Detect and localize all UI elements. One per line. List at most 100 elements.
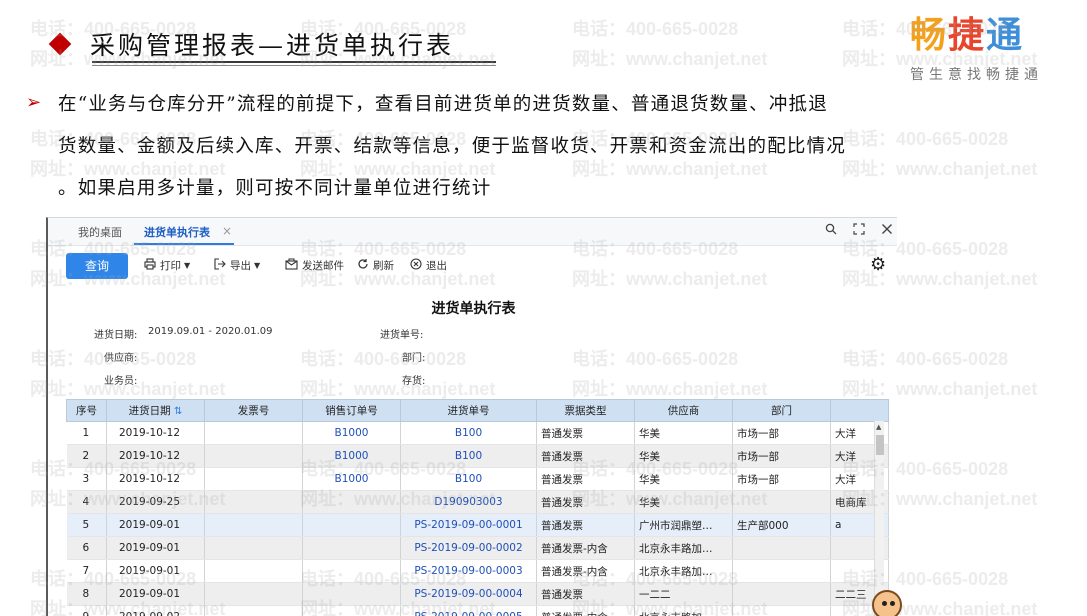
table-cell: 普通发票 <box>536 444 635 468</box>
close-icon[interactable] <box>878 222 896 240</box>
paragraph-line-2: 货数量、金额及后续入库、开票、结款等信息，便于监督收货、开票和资金流出的配比情况 <box>58 136 847 157</box>
maximize-icon[interactable] <box>850 222 868 240</box>
slide-title: 采购管理报表—进货单执行表 <box>48 24 454 64</box>
title-underline-thin <box>92 65 496 66</box>
table-cell: 普通发票-内含 <box>536 605 635 616</box>
column-header[interactable]: 发票号 <box>204 399 303 422</box>
exit-label: 退出 <box>426 260 447 272</box>
table-cell[interactable] <box>302 605 401 616</box>
table-cell[interactable] <box>302 513 401 537</box>
table-cell <box>204 490 303 514</box>
table-cell: 普通发票 <box>536 467 635 491</box>
table-cell: 普通发票-内含 <box>536 559 635 583</box>
column-header-label: 票据类型 <box>564 405 607 417</box>
table-row[interactable]: 1 2019-10-12 B1000 B100 普通发票 华美 市场一部 大洋 <box>66 421 889 445</box>
table-row[interactable]: 7 2019-09-01 PS-2019-09-00-0003 普通发票-内含 北京永丰… <box>66 559 889 583</box>
mascot-icon <box>872 590 902 616</box>
table-row[interactable]: 3 2019-10-12 B1000 B100 普通发票 华美 市场一部 大洋 <box>66 467 889 491</box>
report-title: 进货单执行表 <box>431 301 516 317</box>
table-cell[interactable] <box>302 559 401 583</box>
filter-date-label: 进货日期: <box>94 330 138 341</box>
vertical-scrollbar[interactable]: ▲ <box>874 421 884 616</box>
table-cell[interactable] <box>302 582 401 606</box>
column-header[interactable]: 进货单号 <box>400 399 537 422</box>
table-cell[interactable] <box>302 490 401 514</box>
table-row[interactable]: 4 2019-09-25 D190903003 普通发票 华美 电商库 <box>66 490 889 514</box>
table-row[interactable]: 6 2019-09-01 PS-2019-09-00-0002 普通发票-内含 北京永丰… <box>66 536 889 560</box>
table-cell[interactable] <box>302 536 401 560</box>
column-header-label: 供应商 <box>667 405 700 417</box>
query-button[interactable]: 查询 <box>66 253 128 279</box>
table-cell: 普通发票 <box>536 421 635 445</box>
table-cell[interactable]: PS-2019-09-00-0001 <box>400 513 537 537</box>
table-row[interactable]: 2 2019-10-12 B1000 B100 普通发票 华美 市场一部 大洋 <box>66 444 889 468</box>
table-cell: 北京永丰路加… <box>634 536 733 560</box>
paragraph-line-1: 在“业务与仓库分开”流程的前提下，查看目前进货单的进货数量、普通退货数量、冲抵退 <box>58 94 828 115</box>
print-button[interactable]: 打印 ▼ <box>144 258 190 273</box>
table-cell: 2019-10-12 <box>106 421 205 445</box>
column-header[interactable]: 销售订单号 <box>302 399 401 422</box>
table-cell[interactable]: PS-2019-09-00-0005 <box>400 605 537 616</box>
table-cell: 普通发票 <box>536 513 635 537</box>
table-cell: 华美 <box>634 467 733 491</box>
brand-logo: 畅捷通 管生意找畅捷通 <box>910 14 1070 94</box>
table-cell[interactable]: PS-2019-09-00-0003 <box>400 559 537 583</box>
scroll-up-icon[interactable]: ▲ <box>876 423 881 431</box>
logo-tagline: 管生意找畅捷通 <box>910 67 1043 83</box>
table-row[interactable]: 8 2019-09-01 PS-2019-09-00-0004 普通发票 一二二 二二三 <box>66 582 889 606</box>
gear-icon[interactable]: ⚙ <box>870 254 886 275</box>
watermark-phone: 电话：400-665-0028 <box>842 129 1009 149</box>
table-cell[interactable]: PS-2019-09-00-0002 <box>400 536 537 560</box>
table-cell[interactable]: PS-2019-09-00-0004 <box>400 582 537 606</box>
tab-my-desktop[interactable]: 我的桌面 <box>78 224 122 240</box>
watermark-site: 网址：www.chanjet.net <box>572 49 768 69</box>
print-label: 打印 <box>160 260 181 272</box>
exit-button[interactable]: 退出 <box>410 258 447 273</box>
table-cell: 1 <box>66 421 107 445</box>
sort-icon[interactable]: ⇅ <box>174 406 182 417</box>
scroll-thumb[interactable] <box>876 435 884 455</box>
table-cell <box>732 559 831 583</box>
table-cell[interactable]: B1000 <box>302 467 401 491</box>
column-header[interactable]: 票据类型 <box>536 399 635 422</box>
send-email-button[interactable]: 发送邮件 <box>285 258 344 273</box>
table-cell[interactable]: B100 <box>400 421 537 445</box>
logo-char-3: 通 <box>986 15 1025 56</box>
column-header[interactable] <box>830 399 889 422</box>
table-cell <box>204 605 303 616</box>
table-cell: 8 <box>66 582 107 606</box>
search-icon[interactable] <box>822 222 840 240</box>
table-cell: 市场一部 <box>732 444 831 468</box>
column-header[interactable]: 部门 <box>732 399 831 422</box>
column-header[interactable]: 序号 <box>66 399 107 422</box>
chevron-down-icon: ▼ <box>254 261 261 270</box>
table-cell[interactable]: D190903003 <box>400 490 537 514</box>
table-cell <box>204 444 303 468</box>
table-cell: 2019-09-25 <box>106 490 205 514</box>
table-row[interactable]: 92019-09-02 PS-2019-09-00-0005普通发票-内含北京永丰… <box>66 605 889 616</box>
export-button[interactable]: 导出 ▼ <box>214 258 260 273</box>
column-header-label: 部门 <box>771 405 792 417</box>
watermark-phone: 电话：400-665-0028 <box>572 19 739 39</box>
table-cell[interactable]: B1000 <box>302 444 401 468</box>
table-row[interactable]: 5 2019-09-01 PS-2019-09-00-0001 普通发票 广州市润鼎塑…… <box>66 513 889 537</box>
refresh-label: 刷新 <box>373 260 394 272</box>
tab-purchase-execution[interactable]: 进货单执行表 <box>144 224 210 240</box>
paragraph-line-3: 。如果启用多计量，则可按不同计量单位进行统计 <box>58 178 492 199</box>
exit-icon <box>410 258 422 273</box>
tab-close-icon[interactable]: × <box>222 224 232 238</box>
column-header[interactable]: 供应商 <box>634 399 733 422</box>
table-cell[interactable]: B1000 <box>302 421 401 445</box>
mail-icon <box>285 258 298 273</box>
table-cell <box>732 536 831 560</box>
table-cell: 2019-10-12 <box>106 444 205 468</box>
chevron-down-icon: ▼ <box>184 261 191 270</box>
table-cell[interactable]: B100 <box>400 467 537 491</box>
logo-char-1: 畅 <box>910 15 949 56</box>
refresh-button[interactable]: 刷新 <box>357 258 394 273</box>
column-header[interactable]: 进货日期 ⇅ <box>106 399 205 422</box>
column-header-label: 序号 <box>76 405 97 417</box>
table-cell <box>204 582 303 606</box>
table-cell: 华美 <box>634 421 733 445</box>
table-cell[interactable]: B100 <box>400 444 537 468</box>
